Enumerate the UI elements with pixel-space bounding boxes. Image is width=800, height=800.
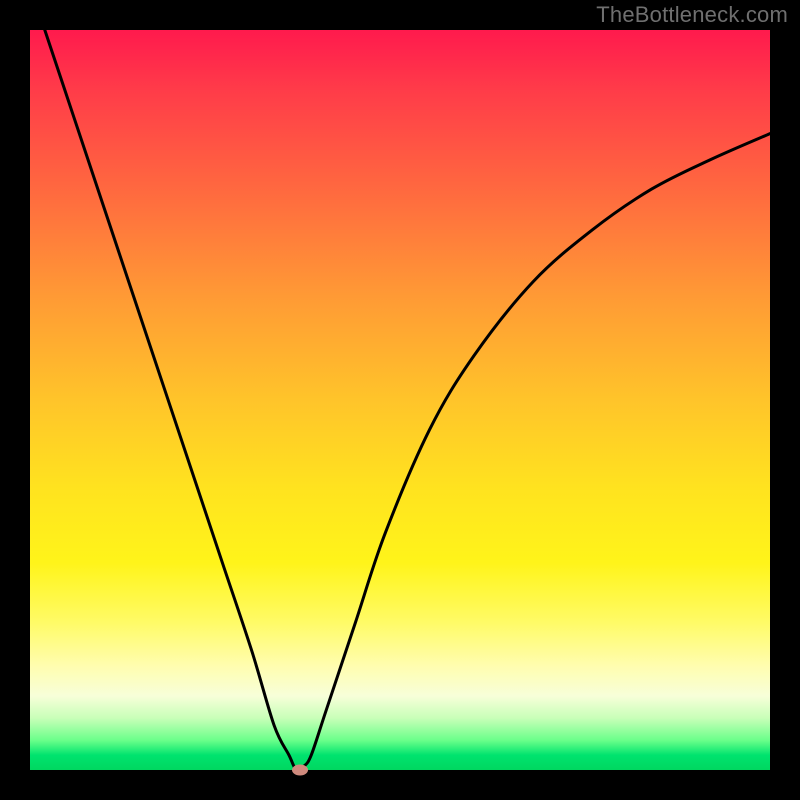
plot-area xyxy=(30,30,770,770)
watermark-text: TheBottleneck.com xyxy=(596,2,788,28)
bottleneck-curve xyxy=(30,30,770,770)
optimal-point-marker xyxy=(292,765,308,776)
chart-frame: TheBottleneck.com xyxy=(0,0,800,800)
